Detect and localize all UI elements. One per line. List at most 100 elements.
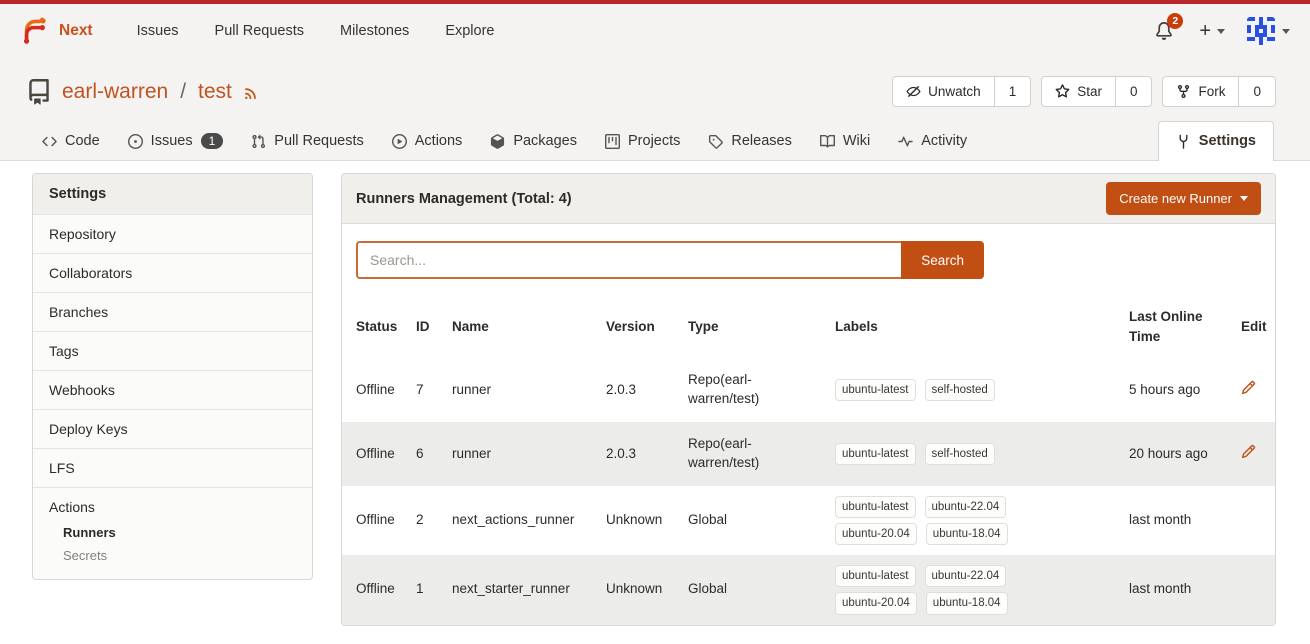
wrench-icon [1176, 134, 1191, 149]
runner-last-online: last month [1123, 555, 1235, 624]
runner-id: 1 [410, 555, 446, 624]
repo-name-link[interactable]: test [198, 80, 232, 104]
tab-label: Packages [513, 133, 577, 149]
tab-settings[interactable]: Settings [1158, 121, 1274, 161]
repo-tabbar: Code Issues 1 Pull Requests Actions Pack… [26, 121, 1276, 160]
issues-count-badge: 1 [201, 133, 224, 149]
runner-last-online: last month [1123, 486, 1235, 555]
settings-content: Settings Repository Collaborators Branch… [0, 161, 1310, 644]
star-button[interactable]: Star [1042, 77, 1115, 106]
unwatch-button[interactable]: Unwatch [893, 77, 994, 106]
sidebar-item-branches[interactable]: Branches [33, 292, 312, 331]
repo-owner-link[interactable]: earl-warren [62, 80, 168, 104]
label-chip: ubuntu-latest [835, 379, 916, 401]
col-last-online: Last Online Time [1123, 295, 1235, 358]
pull-request-icon [251, 134, 266, 149]
runner-version: 2.0.3 [600, 422, 682, 486]
sidebar-item-actions[interactable]: Actions [33, 499, 312, 521]
forgejo-logo-icon [20, 16, 50, 46]
label-chip: ubuntu-latest [835, 443, 916, 465]
nav-issues[interactable]: Issues [119, 13, 197, 49]
label-chip: ubuntu-22.04 [925, 565, 1007, 587]
search-input[interactable] [356, 241, 901, 279]
runner-id: 7 [410, 358, 446, 422]
table-row: Offline 6 runner 2.0.3 Repo(earl-warren/… [342, 422, 1275, 486]
tab-pull-requests[interactable]: Pull Requests [237, 122, 377, 160]
nav-pull-requests[interactable]: Pull Requests [197, 13, 322, 49]
runner-type: Repo(earl-warren/test) [682, 358, 829, 422]
sidebar-item-webhooks[interactable]: Webhooks [33, 370, 312, 409]
repo-separator: / [178, 80, 188, 104]
pulse-icon [898, 134, 913, 149]
tab-label: Activity [921, 133, 967, 149]
sidebar-item-collaborators[interactable]: Collaborators [33, 253, 312, 292]
play-circle-icon [392, 134, 407, 149]
repo-title: earl-warren / test [26, 79, 260, 105]
sidebar-item-lfs[interactable]: LFS [33, 448, 312, 487]
home-logo-link[interactable]: Next [20, 16, 93, 46]
runners-table: Status ID Name Version Type Labels Last … [342, 295, 1275, 625]
user-menu[interactable] [1247, 17, 1290, 45]
runner-version: 2.0.3 [600, 358, 682, 422]
forks-count[interactable]: 0 [1238, 77, 1275, 106]
runner-name: runner [446, 358, 600, 422]
tab-label: Releases [731, 133, 791, 149]
tab-label: Projects [628, 133, 680, 149]
create-new-menu[interactable]: + [1199, 21, 1225, 41]
tab-releases[interactable]: Releases [694, 122, 805, 160]
tab-activity[interactable]: Activity [884, 122, 981, 160]
stars-count[interactable]: 0 [1115, 77, 1152, 106]
search-button[interactable]: Search [901, 241, 984, 279]
nav-explore[interactable]: Explore [427, 13, 512, 49]
col-labels: Labels [829, 295, 1123, 358]
fork-button[interactable]: Fork [1163, 77, 1238, 106]
runners-panel: Runners Management (Total: 4) Create new… [341, 173, 1276, 626]
tab-issues[interactable]: Issues 1 [114, 122, 238, 160]
label-chip: ubuntu-18.04 [926, 523, 1008, 545]
edit-runner-button[interactable] [1241, 380, 1256, 395]
rss-feed-icon[interactable] [242, 83, 260, 101]
sidebar-item-repository[interactable]: Repository [33, 214, 312, 253]
search-row: Search [342, 224, 1275, 295]
runner-version: Unknown [600, 486, 682, 555]
runner-name: next_starter_runner [446, 555, 600, 624]
runner-labels: ubuntu-latest ubuntu-22.04 ubuntu-20.04 … [835, 496, 1015, 545]
nav-milestones[interactable]: Milestones [322, 13, 427, 49]
tab-actions[interactable]: Actions [378, 122, 477, 160]
runner-status: Offline [342, 422, 410, 486]
col-id: ID [410, 295, 446, 358]
label-chip: self-hosted [925, 443, 995, 465]
chevron-down-icon [1240, 196, 1248, 201]
label-chip: ubuntu-latest [835, 496, 916, 518]
tab-label: Code [65, 133, 100, 149]
watchers-count[interactable]: 1 [994, 77, 1031, 106]
brand-name: Next [59, 22, 93, 40]
edit-runner-button[interactable] [1241, 444, 1256, 459]
chevron-down-icon [1217, 29, 1225, 34]
tag-icon [708, 134, 723, 149]
star-label: Star [1077, 84, 1102, 99]
tab-code[interactable]: Code [28, 122, 114, 160]
tab-projects[interactable]: Projects [591, 122, 694, 160]
sidebar-item-deploy-keys[interactable]: Deploy Keys [33, 409, 312, 448]
navbar: Next Issues Pull Requests Milestones Exp… [0, 4, 1310, 58]
runner-status: Offline [342, 486, 410, 555]
sidebar-item-runners[interactable]: Runners [33, 521, 312, 544]
tab-packages[interactable]: Packages [476, 122, 591, 160]
notifications-button[interactable]: 2 [1151, 18, 1177, 44]
sidebar-item-secrets[interactable]: Secrets [33, 544, 312, 567]
star-icon [1055, 84, 1070, 99]
runner-type: Global [682, 555, 829, 624]
runner-type: Global [682, 486, 829, 555]
table-row: Offline 7 runner 2.0.3 Repo(earl-warren/… [342, 358, 1275, 422]
label-chip: ubuntu-20.04 [835, 523, 917, 545]
create-new-runner-button[interactable]: Create new Runner [1106, 182, 1261, 215]
sidebar-item-tags[interactable]: Tags [33, 331, 312, 370]
tab-wiki[interactable]: Wiki [806, 122, 884, 160]
label-chip: ubuntu-18.04 [926, 592, 1008, 614]
avatar [1247, 17, 1275, 45]
panel-header: Runners Management (Total: 4) Create new… [342, 174, 1275, 224]
label-chip: ubuntu-22.04 [925, 496, 1007, 518]
sidebar-group-actions: Actions Runners Secrets [33, 487, 312, 579]
tab-label: Pull Requests [274, 133, 363, 149]
